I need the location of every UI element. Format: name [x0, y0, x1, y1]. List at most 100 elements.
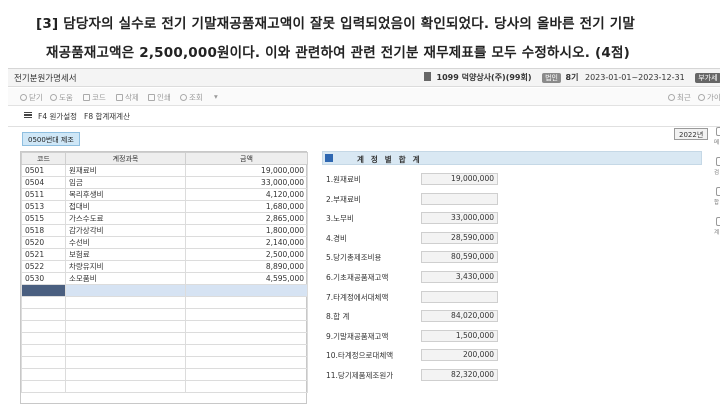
empty-cell[interactable] — [21, 344, 66, 357]
code-cell[interactable]: 0521 — [21, 248, 66, 261]
amount-cell[interactable]: 4,595,000 — [185, 272, 308, 285]
empty-cell[interactable] — [21, 380, 66, 393]
table-row[interactable]: 0520 수선비 2,140,000 — [21, 236, 308, 249]
empty-cell[interactable] — [185, 332, 308, 345]
amount-cell[interactable]: 4,120,000 — [185, 188, 308, 201]
empty-cell[interactable] — [185, 368, 308, 381]
table-row[interactable]: 0504 임금 33,000,000 — [21, 176, 308, 189]
amount-cell[interactable]: 2,500,000 — [185, 248, 308, 261]
empty-cell[interactable] — [65, 320, 186, 333]
amount-cell[interactable]: 1,680,000 — [185, 200, 308, 213]
table-row[interactable]: 0530 소모품비 4,595,000 — [21, 272, 308, 285]
delete-button[interactable]: 삭제 — [116, 92, 139, 103]
corp-tag: 법인 — [542, 73, 561, 83]
empty-row[interactable] — [21, 296, 308, 309]
print-button[interactable]: 인쇄 — [148, 92, 171, 103]
empty-cell[interactable] — [21, 320, 66, 333]
code-cell[interactable]: 0520 — [21, 236, 66, 249]
empty-row[interactable] — [21, 356, 308, 369]
year-button[interactable]: 2022년 — [674, 128, 709, 140]
more-dropdown[interactable]: ▾ — [214, 92, 218, 101]
new-account-cell[interactable] — [65, 284, 186, 297]
empty-row[interactable] — [21, 332, 308, 345]
table-row[interactable]: 0522 차량유지비 8,890,000 — [21, 260, 308, 273]
calc-icon[interactable] — [716, 217, 720, 226]
new-code-cell[interactable] — [21, 284, 66, 297]
table-row[interactable]: 0521 보험료 2,500,000 — [21, 248, 308, 261]
empty-cell[interactable] — [65, 296, 186, 309]
amount-cell[interactable]: 2,865,000 — [185, 212, 308, 225]
selected-new-row[interactable] — [21, 284, 308, 297]
empty-cell[interactable] — [65, 344, 186, 357]
code-cell[interactable]: 0513 — [21, 200, 66, 213]
empty-cell[interactable] — [185, 356, 308, 369]
search-side-icon[interactable] — [716, 157, 720, 166]
empty-cell[interactable] — [65, 356, 186, 369]
guide-button[interactable]: 가이 — [698, 92, 720, 103]
empty-cell[interactable] — [65, 368, 186, 381]
sum-icon[interactable] — [716, 187, 720, 196]
memo-icon[interactable] — [716, 127, 720, 136]
table-row[interactable]: 0513 접대비 1,680,000 — [21, 200, 308, 213]
f8-recalc-button[interactable]: F8 합계재계산 — [84, 111, 130, 122]
empty-row[interactable] — [21, 308, 308, 321]
amount-cell[interactable]: 8,890,000 — [185, 260, 308, 273]
empty-cell[interactable] — [65, 332, 186, 345]
empty-cell[interactable] — [65, 308, 186, 321]
menu-icon[interactable] — [24, 112, 32, 118]
empty-cell[interactable] — [21, 296, 66, 309]
code-cell[interactable]: 0515 — [21, 212, 66, 225]
account-cell[interactable]: 보험료 — [65, 248, 186, 261]
table-row[interactable]: 0501 원재료비 19,000,000 — [21, 164, 308, 177]
code-cell[interactable]: 0530 — [21, 272, 66, 285]
tab-manufacturing-500[interactable]: 0500번대 제조 — [22, 132, 80, 146]
close-button[interactable]: 닫기 — [20, 92, 43, 103]
help-button[interactable]: 도움 — [50, 92, 73, 103]
amount-cell[interactable]: 1,800,000 — [185, 224, 308, 237]
company-name[interactable]: 1099 덕양상사(주)(99회) — [437, 73, 532, 82]
empty-cell[interactable] — [65, 380, 186, 393]
search-button[interactable]: 조회 — [180, 92, 203, 103]
empty-cell[interactable] — [21, 356, 66, 369]
empty-cell[interactable] — [21, 332, 66, 345]
account-cell[interactable]: 감가상각비 — [65, 224, 186, 237]
summary-value-field: 82,320,000 — [421, 369, 498, 381]
code-button[interactable]: 코드 — [83, 92, 106, 103]
empty-cell[interactable] — [185, 296, 308, 309]
empty-cell[interactable] — [21, 308, 66, 321]
code-cell[interactable]: 0511 — [21, 188, 66, 201]
empty-row[interactable] — [21, 380, 308, 393]
code-cell[interactable]: 0518 — [21, 224, 66, 237]
empty-row[interactable] — [21, 368, 308, 381]
table-row[interactable]: 0518 감가상각비 1,800,000 — [21, 224, 308, 237]
empty-row[interactable] — [21, 320, 308, 333]
new-amount-cell[interactable] — [185, 284, 308, 297]
f4-cost-setting-button[interactable]: F4 원가설정 — [38, 111, 77, 122]
amount-cell[interactable]: 19,000,000 — [185, 164, 308, 177]
code-cell[interactable]: 0501 — [21, 164, 66, 177]
account-cell[interactable]: 가스수도료 — [65, 212, 186, 225]
amount-cell[interactable]: 2,140,000 — [185, 236, 308, 249]
account-cell[interactable]: 임금 — [65, 176, 186, 189]
summary-label: 6.기초재공품재고액 — [326, 273, 389, 282]
code-cell[interactable]: 0504 — [21, 176, 66, 189]
account-cell[interactable]: 차량유지비 — [65, 260, 186, 273]
table-row[interactable]: 0511 복리후생비 4,120,000 — [21, 188, 308, 201]
refresh-button[interactable]: 최근 — [668, 92, 691, 103]
empty-cell[interactable] — [185, 380, 308, 393]
account-cell[interactable]: 원재료비 — [65, 164, 186, 177]
code-cell[interactable]: 0522 — [21, 260, 66, 273]
empty-cell[interactable] — [185, 344, 308, 357]
empty-row[interactable] — [21, 344, 308, 357]
summary-label: 1.원재료비 — [326, 175, 361, 184]
amount-cell[interactable]: 33,000,000 — [185, 176, 308, 189]
account-cell[interactable]: 복리후생비 — [65, 188, 186, 201]
summary-label: 11.당기제품제조원가 — [326, 371, 394, 380]
empty-cell[interactable] — [185, 308, 308, 321]
empty-cell[interactable] — [185, 320, 308, 333]
table-row[interactable]: 0515 가스수도료 2,865,000 — [21, 212, 308, 225]
account-cell[interactable]: 소모품비 — [65, 272, 186, 285]
account-cell[interactable]: 수선비 — [65, 236, 186, 249]
empty-cell[interactable] — [21, 368, 66, 381]
account-cell[interactable]: 접대비 — [65, 200, 186, 213]
